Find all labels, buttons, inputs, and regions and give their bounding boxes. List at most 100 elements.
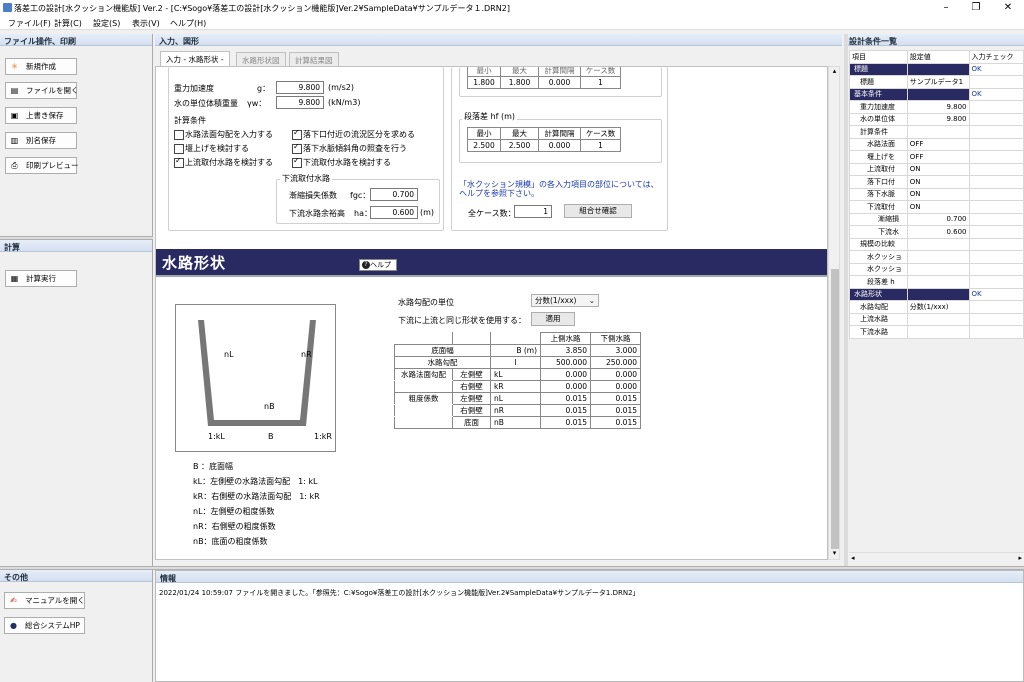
condition-check	[968, 137, 1024, 151]
condition-row[interactable]: 下流水路	[849, 325, 1024, 339]
table-cell[interactable]: 0.015	[590, 392, 641, 405]
condition-row[interactable]: 段落差 h	[849, 275, 1024, 289]
condition-value	[906, 62, 970, 76]
print-preview-button[interactable]: ⎙ 印刷プレビュー	[5, 157, 79, 174]
right-splitter[interactable]	[844, 34, 848, 566]
condition-row[interactable]: 水クッショ	[849, 262, 1024, 276]
window-title: 落差工の設計[水クッション機能版] Ver.2 - [C:¥Sogo¥落差工の設…	[14, 4, 510, 13]
table-cell[interactable]: 0.000	[540, 380, 591, 393]
tab-input-shape[interactable]: 入力 - 水路形状 -	[160, 51, 230, 66]
table-cell[interactable]: 0.000	[590, 380, 641, 393]
checkbox-slope-input[interactable]: 水路法面勾配を入力する	[174, 129, 273, 140]
condition-check	[968, 150, 1024, 164]
condition-row[interactable]: 下流水 0.600	[849, 225, 1024, 239]
condition-value	[906, 275, 970, 289]
menu-calc[interactable]: 計算(C)	[54, 18, 82, 29]
menu-settings[interactable]: 設定(S)	[93, 18, 120, 29]
table-cell[interactable]: 0.015	[540, 404, 591, 417]
help-button[interactable]: ? ヘルプ	[359, 259, 397, 271]
maximize-icon[interactable]: ❐	[970, 2, 982, 14]
apply-button[interactable]: 適用	[531, 312, 575, 326]
table-cell[interactable]: 0.015	[540, 392, 591, 405]
combination-check-button[interactable]: 組合せ確認	[564, 204, 632, 218]
table-cell[interactable]: 3.850	[540, 344, 591, 357]
table-cell[interactable]: 3.000	[590, 344, 641, 357]
main-vertical-scrollbar[interactable]: ▴ ▾	[828, 66, 840, 560]
condition-row[interactable]: 水路形状 OK	[849, 287, 1024, 301]
table-cell[interactable]: 0.000	[538, 139, 581, 152]
condition-row[interactable]: 落下水脈 ON	[849, 187, 1024, 201]
condition-row[interactable]: 水クッショ	[849, 250, 1024, 264]
condition-row[interactable]: 漸縮損 0.700	[849, 212, 1024, 226]
column-header: 設定値	[906, 50, 970, 64]
condition-row[interactable]: 規模の比較	[849, 237, 1024, 251]
freeboard-input[interactable]: 0.600	[370, 206, 418, 219]
condition-row[interactable]: 落下口付 ON	[849, 175, 1024, 189]
help-button-label: ヘルプ	[370, 261, 391, 269]
condition-item: 計算条件	[849, 125, 908, 139]
checkbox-weir-rise[interactable]: 堰上げを検討する	[174, 143, 249, 154]
table-cell[interactable]: 1.800	[500, 76, 539, 89]
menu-file[interactable]: ファイル(F)	[8, 18, 51, 29]
close-icon[interactable]: ✕	[1002, 2, 1014, 14]
condition-value: ON	[906, 187, 970, 201]
condition-row[interactable]: 上流取付 ON	[849, 162, 1024, 176]
scroll-up-icon[interactable]: ▴	[830, 67, 839, 77]
loss-coef-input[interactable]: 0.700	[370, 188, 418, 201]
open-file-button[interactable]: ▤ ファイルを開く	[5, 82, 79, 99]
slope-unit-select[interactable]: 分数(1/xxx) ⌄	[531, 294, 599, 307]
checkbox-downstream-channel[interactable]: 下流取付水路を検討する	[292, 156, 391, 168]
checkbox-nappe-angle[interactable]: 落下水脈傾斜角の照査を行う	[292, 142, 407, 154]
table-cell[interactable]: 0.015	[590, 404, 641, 417]
condition-row[interactable]: 計算条件	[849, 125, 1024, 139]
checkbox-flow-regime[interactable]: 落下口付近の流況区分を求める	[292, 128, 415, 140]
scroll-right-icon[interactable]: ▸	[1018, 554, 1022, 562]
title-bar: 落差工の設計[水クッション機能版] Ver.2 - [C:¥Sogo¥落差工の設…	[0, 0, 1024, 16]
table-cell[interactable]: 1.800	[467, 76, 501, 89]
condition-row[interactable]: 上流水路	[849, 312, 1024, 326]
tab-result-diagram[interactable]: 計算結果図	[289, 52, 339, 66]
minimize-icon[interactable]: –	[940, 2, 952, 14]
menu-view[interactable]: 表示(V)	[132, 18, 160, 29]
gravity-input[interactable]: 9.800	[276, 81, 324, 94]
run-calc-button[interactable]: ▦ 計算実行	[5, 270, 77, 287]
table-cell[interactable]: 1	[580, 76, 621, 89]
condition-row[interactable]: 堰上げを OFF	[849, 150, 1024, 164]
condition-row[interactable]: 水路勾配 分数(1/xxx)	[849, 300, 1024, 314]
conditions-horizontal-scrollbar[interactable]: ◂ ▸	[849, 552, 1024, 564]
water-weight-input[interactable]: 9.800	[276, 96, 324, 109]
tab-shape-diagram[interactable]: 水路形状図	[236, 52, 286, 66]
save-as-button[interactable]: ▥ 別名保存	[5, 132, 77, 149]
new-file-button[interactable]: ✳ 新規作成	[5, 58, 77, 75]
condition-row[interactable]: 重力加速度 9.800	[849, 100, 1024, 114]
table-cell[interactable]: 2.500	[467, 139, 501, 152]
table-header: 計算間隔	[538, 127, 581, 140]
manual-icon: ✍	[10, 596, 17, 605]
table-cell[interactable]: 0.015	[590, 416, 641, 429]
homepage-button[interactable]: ● 総合システムHP	[4, 617, 85, 634]
scroll-down-icon[interactable]: ▾	[830, 549, 839, 559]
table-header	[394, 332, 453, 345]
open-manual-button[interactable]: ✍ マニュアルを開く	[4, 592, 85, 609]
condition-row[interactable]: 標題 OK	[849, 62, 1024, 76]
table-cell[interactable]: 0.015	[540, 416, 591, 429]
table-cell[interactable]: 500.000	[540, 356, 591, 369]
scroll-left-icon[interactable]: ◂	[851, 554, 855, 562]
table-cell[interactable]: 250.000	[590, 356, 641, 369]
scroll-thumb[interactable]	[831, 269, 839, 549]
condition-row[interactable]: 下流取付 ON	[849, 200, 1024, 214]
checkbox-upstream-channel[interactable]: 上流取付水路を検討する	[174, 156, 273, 168]
table-cell[interactable]: 0.000	[590, 368, 641, 381]
condition-row[interactable]: 標題 サンプルデータ1	[849, 75, 1024, 89]
table-cell[interactable]: 1	[580, 139, 621, 152]
table-cell[interactable]: 2.500	[500, 139, 539, 152]
table-cell[interactable]: 0.000	[540, 368, 591, 381]
table-cell[interactable]: 0.000	[538, 76, 581, 89]
condition-row[interactable]: 基本条件 OK	[849, 87, 1024, 101]
save-button[interactable]: ▣ 上書き保存	[5, 107, 77, 124]
menu-help[interactable]: ヘルプ(H)	[170, 18, 206, 29]
condition-row[interactable]: 水路法面 OFF	[849, 137, 1024, 151]
total-cases-input[interactable]: 1	[514, 205, 552, 218]
condition-item: 下流水	[849, 225, 908, 239]
condition-row[interactable]: 水の単位体 9.800	[849, 112, 1024, 126]
